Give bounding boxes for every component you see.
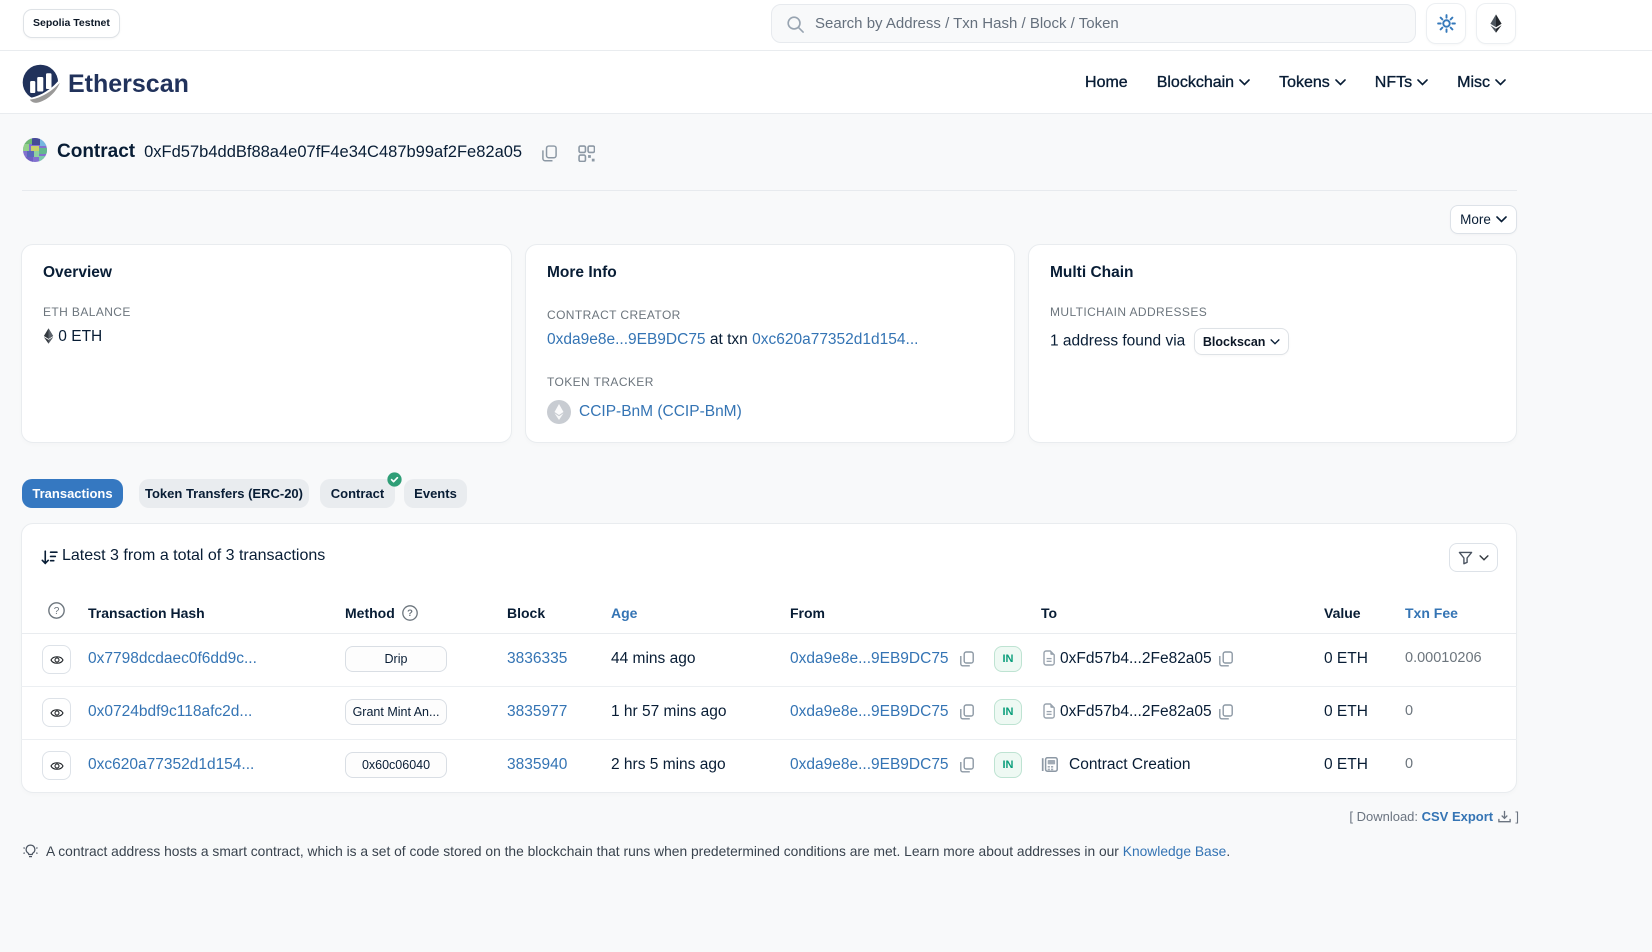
svg-text:?: ? bbox=[54, 606, 60, 617]
svg-text:?: ? bbox=[407, 608, 413, 619]
